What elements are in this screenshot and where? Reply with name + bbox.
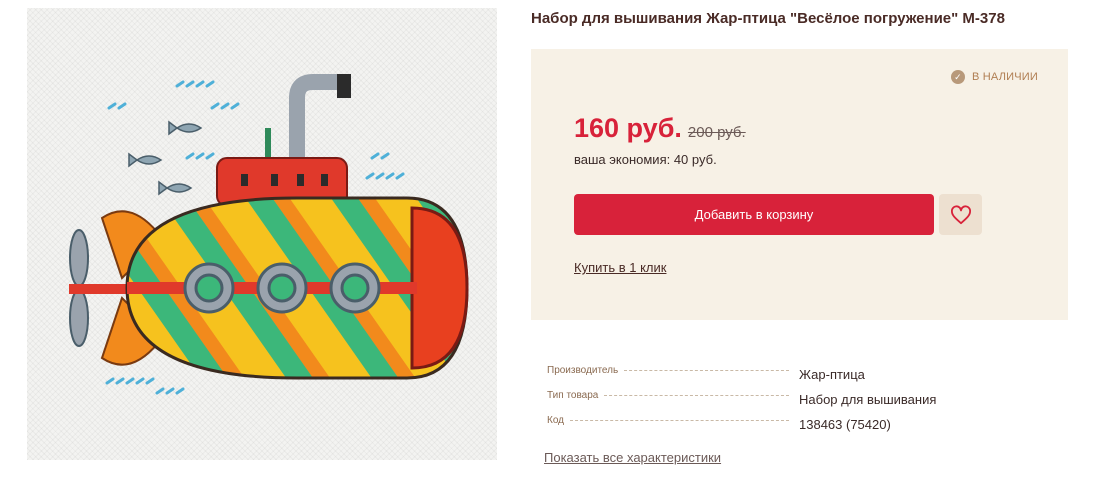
show-all-specs-link[interactable]: Показать все характеристики — [544, 450, 721, 465]
spec-row: Код 138463 (75420) — [547, 412, 967, 437]
spec-dots — [604, 395, 789, 396]
current-price: 160 руб. — [574, 113, 682, 143]
spec-value: Жар-птица — [799, 367, 865, 382]
spec-row: Производитель Жар-птица — [547, 362, 967, 387]
specs-list: Производитель Жар-птица Тип товара Набор… — [547, 362, 967, 437]
heart-icon — [950, 204, 971, 224]
old-price: 200 руб. — [687, 124, 746, 141]
spec-dots — [624, 370, 789, 371]
product-image[interactable] — [27, 8, 497, 460]
buy-box: ✓ В НАЛИЧИИ 160 руб. 200 руб. ваша эконо… — [531, 49, 1068, 320]
product-title: Набор для вышивания Жар-птица "Весёлое п… — [531, 10, 1005, 27]
spec-label: Тип товара — [547, 390, 599, 401]
stock-status-label: В НАЛИЧИИ — [972, 71, 1038, 83]
check-circle-icon: ✓ — [951, 70, 965, 84]
spec-value: Набор для вышивания — [799, 392, 937, 407]
price-row: 160 руб. 200 руб. — [574, 113, 746, 144]
add-to-cart-button[interactable]: Добавить в корзину — [574, 194, 934, 235]
stock-status: ✓ В НАЛИЧИИ — [951, 70, 1038, 84]
spec-row: Тип товара Набор для вышивания — [547, 387, 967, 412]
spec-label: Код — [547, 415, 565, 426]
wishlist-button[interactable] — [939, 194, 982, 235]
submarine-illustration — [69, 74, 469, 395]
buy-one-click-link[interactable]: Купить в 1 клик — [574, 260, 666, 275]
spec-dots — [570, 420, 789, 421]
spec-value: 138463 (75420) — [799, 417, 891, 432]
savings-text: ваша экономия: 40 руб. — [574, 152, 717, 167]
spec-label: Производитель — [547, 365, 619, 376]
